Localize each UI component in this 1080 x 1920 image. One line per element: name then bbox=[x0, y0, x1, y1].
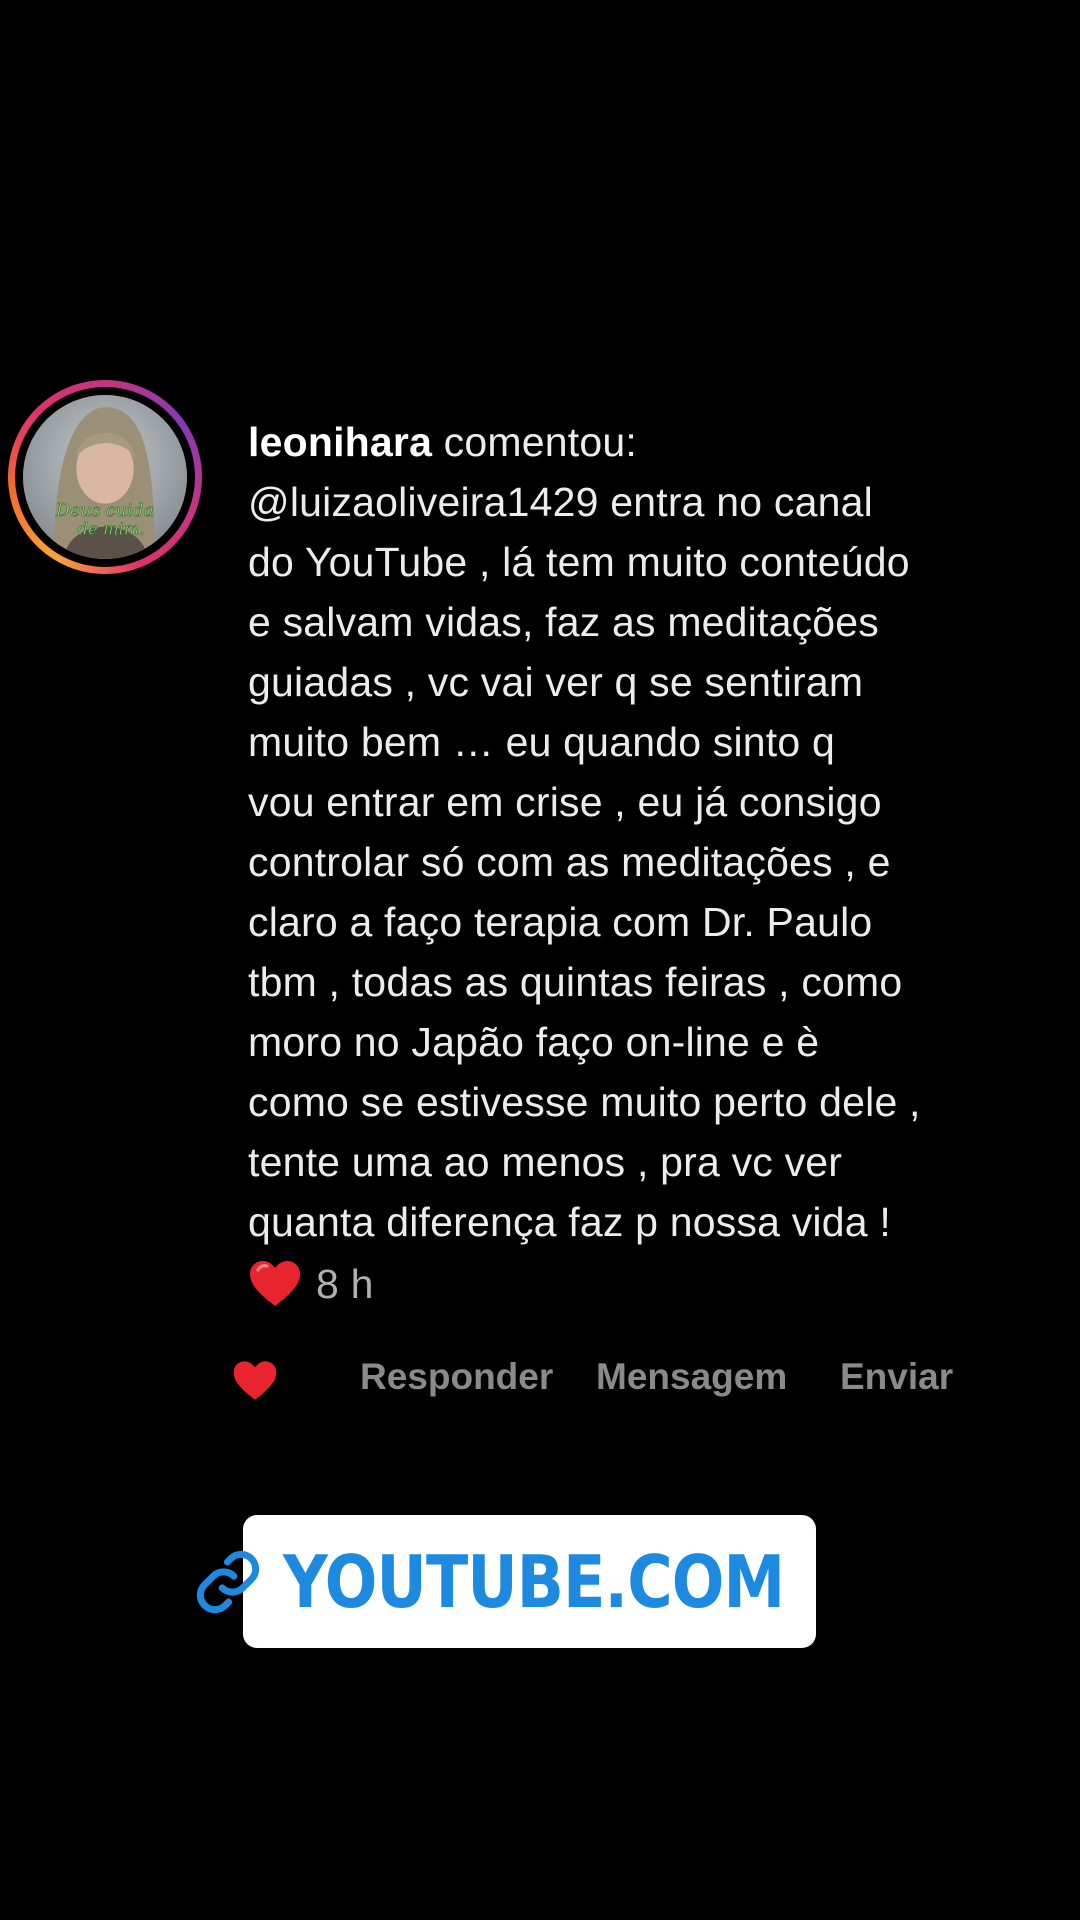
message-button[interactable]: Mensagem bbox=[596, 1352, 787, 1402]
link-icon bbox=[193, 1547, 263, 1617]
comment-username[interactable]: leonihara bbox=[248, 419, 432, 465]
comment-body: @luizaoliveira1429 entra no canal do You… bbox=[248, 479, 921, 1245]
comment-text: leonihara comentou: @luizaoliveira1429 e… bbox=[248, 412, 1038, 1314]
comment-verb: comentou: bbox=[432, 419, 637, 465]
comment-card: Deus cuida de mim. leonihara comentou: @… bbox=[0, 0, 1080, 1920]
avatar-image: Deus cuida de mim. bbox=[23, 395, 187, 559]
send-button[interactable]: Enviar bbox=[840, 1352, 953, 1402]
comment-meta: 8 h bbox=[248, 1254, 1038, 1314]
link-sticker-label: YOUTUBE.COM bbox=[283, 1539, 785, 1624]
comment-actions: Responder Mensagem Enviar bbox=[232, 1352, 1032, 1402]
heart-emoji-icon bbox=[248, 1260, 302, 1308]
reply-button[interactable]: Responder bbox=[360, 1352, 553, 1402]
heart-icon[interactable] bbox=[232, 1360, 278, 1402]
avatar-story-ring[interactable]: Deus cuida de mim. bbox=[8, 380, 202, 574]
comment-timestamp: 8 h bbox=[316, 1261, 374, 1307]
avatar-gap: Deus cuida de mim. bbox=[15, 387, 195, 567]
svg-text:de mim.: de mim. bbox=[78, 519, 145, 538]
avatar[interactable]: Deus cuida de mim. bbox=[23, 395, 187, 559]
svg-text:Deus cuida: Deus cuida bbox=[55, 501, 154, 521]
link-sticker[interactable]: YOUTUBE.COM bbox=[196, 1515, 816, 1648]
